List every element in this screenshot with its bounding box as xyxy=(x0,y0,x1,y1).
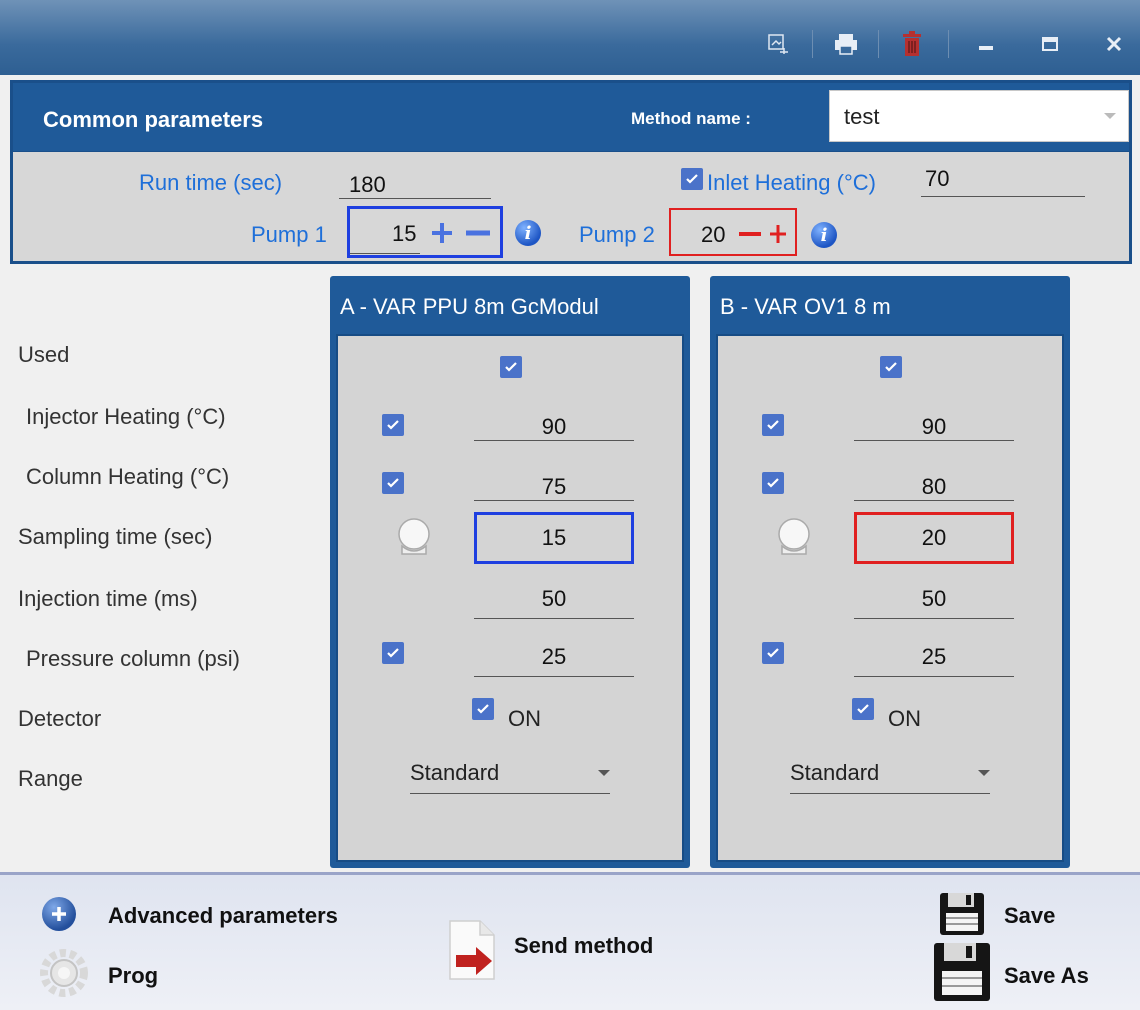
save-icon[interactable] xyxy=(938,891,988,937)
run-time-input[interactable]: 180 xyxy=(349,172,386,198)
minus-icon[interactable] xyxy=(464,221,492,245)
plus-icon[interactable] xyxy=(767,222,789,246)
pressure-column-label: Pressure column (psi) xyxy=(26,646,240,671)
channel-b-used-checkbox[interactable] xyxy=(880,356,902,378)
channel-b-pressure-input[interactable]: 25 xyxy=(854,644,1014,670)
inlet-heating-label: Inlet Heating (°C) xyxy=(707,170,876,195)
channel-b-title: B - VAR OV1 8 m xyxy=(720,294,891,319)
lamp-icon[interactable] xyxy=(774,516,814,560)
print-icon[interactable] xyxy=(826,28,866,60)
export-icon[interactable] xyxy=(758,28,798,60)
bottom-toolbar: Advanced parameters Prog Send method Sav… xyxy=(0,872,1140,1010)
pump2-label: Pump 2 xyxy=(579,222,655,247)
pump2-box: 20 xyxy=(669,208,797,256)
channel-a-range-select[interactable]: Standard xyxy=(410,758,610,794)
channel-a-injection-input[interactable]: 50 xyxy=(474,586,634,612)
minimize-icon[interactable] xyxy=(966,28,1006,60)
pump2-value[interactable]: 20 xyxy=(701,222,725,248)
common-parameters-header: Common parameters Method name : test xyxy=(10,80,1132,154)
injector-heating-label: Injector Heating (°C) xyxy=(26,404,226,429)
inlet-heating-checkbox[interactable] xyxy=(681,168,703,190)
pump1-box: 15 xyxy=(347,206,503,258)
pump1-info-icon[interactable]: i xyxy=(515,220,541,246)
detector-label: Detector xyxy=(18,706,102,731)
channel-b-panel: B - VAR OV1 8 m 90 80 20 50 25 ON Standa… xyxy=(710,276,1070,868)
channel-b-pressure-checkbox[interactable] xyxy=(762,642,784,664)
save-button[interactable]: Save xyxy=(1004,903,1055,929)
common-parameters-body: Run time (sec) 180 Inlet Heating (°C) 70… xyxy=(10,152,1132,264)
gear-icon[interactable] xyxy=(38,947,90,999)
pump1-label: Pump 1 xyxy=(251,222,327,247)
pump2-info-icon[interactable]: i xyxy=(811,222,837,248)
chevron-down-icon[interactable] xyxy=(978,770,990,776)
channel-a-title: A - VAR PPU 8m GcModul xyxy=(340,294,599,319)
channel-a-sampling-input[interactable]: 15 xyxy=(474,512,634,564)
injection-time-label: Injection time (ms) xyxy=(18,586,198,611)
add-circle-icon[interactable] xyxy=(42,897,76,931)
channel-b-sampling-input[interactable]: 20 xyxy=(854,512,1014,564)
range-label: Range xyxy=(18,766,83,791)
lamp-icon[interactable] xyxy=(394,516,434,560)
method-name-combobox[interactable]: test xyxy=(829,90,1129,142)
minus-icon[interactable] xyxy=(737,222,763,246)
channel-b-injector-input[interactable]: 90 xyxy=(854,414,1014,440)
sampling-time-label: Sampling time (sec) xyxy=(18,524,213,549)
run-time-label: Run time (sec) xyxy=(139,170,283,195)
save-as-icon[interactable] xyxy=(932,941,994,1007)
chevron-down-icon[interactable] xyxy=(1104,113,1116,119)
send-document-icon[interactable] xyxy=(448,919,498,981)
prog-button[interactable]: Prog xyxy=(108,963,158,989)
close-icon[interactable] xyxy=(1094,28,1134,60)
channel-b-range-select[interactable]: Standard xyxy=(790,758,990,794)
delete-icon[interactable] xyxy=(892,28,932,60)
channel-a-detector-on: ON xyxy=(508,706,541,731)
channel-b-injection-input[interactable]: 50 xyxy=(854,586,1014,612)
chevron-down-icon[interactable] xyxy=(598,770,610,776)
common-parameters-title: Common parameters xyxy=(43,107,264,132)
channel-a-pressure-input[interactable]: 25 xyxy=(474,644,634,670)
column-heating-label: Column Heating (°C) xyxy=(26,464,230,489)
used-label: Used xyxy=(18,342,70,367)
save-as-button[interactable]: Save As xyxy=(1004,963,1089,989)
channel-a-used-checkbox[interactable] xyxy=(500,356,522,378)
channel-a-column-input[interactable]: 75 xyxy=(474,474,634,500)
method-editor-window: Common parameters Method name : test Run… xyxy=(0,0,1140,1010)
method-name-label: Method name : xyxy=(631,109,751,128)
method-name-value: test xyxy=(844,104,880,129)
channel-a-panel: A - VAR PPU 8m GcModul 90 75 15 50 25 ON… xyxy=(330,276,690,868)
channel-a-pressure-checkbox[interactable] xyxy=(382,642,404,664)
channel-a-body: 90 75 15 50 25 ON Standard xyxy=(336,334,684,862)
channel-b-detector-on: ON xyxy=(888,706,921,731)
send-method-button[interactable]: Send method xyxy=(514,933,653,959)
advanced-parameters-button[interactable]: Advanced parameters xyxy=(108,903,338,929)
channel-b-detector-checkbox[interactable] xyxy=(852,698,874,720)
inlet-heating-input[interactable]: 70 xyxy=(925,166,949,192)
pump1-value[interactable]: 15 xyxy=(392,221,416,247)
channel-b-column-checkbox[interactable] xyxy=(762,472,784,494)
channel-a-injector-input[interactable]: 90 xyxy=(474,414,634,440)
plus-icon[interactable] xyxy=(428,221,456,245)
channel-a-column-checkbox[interactable] xyxy=(382,472,404,494)
channel-b-range-value: Standard xyxy=(790,760,880,785)
channel-a-range-value: Standard xyxy=(410,760,500,785)
channel-a-injector-checkbox[interactable] xyxy=(382,414,404,436)
title-bar xyxy=(0,0,1140,75)
channel-b-body: 90 80 20 50 25 ON Standard xyxy=(716,334,1064,862)
channel-a-detector-checkbox[interactable] xyxy=(472,698,494,720)
channel-b-column-input[interactable]: 80 xyxy=(854,474,1014,500)
maximize-icon[interactable] xyxy=(1030,28,1070,60)
channel-b-injector-checkbox[interactable] xyxy=(762,414,784,436)
